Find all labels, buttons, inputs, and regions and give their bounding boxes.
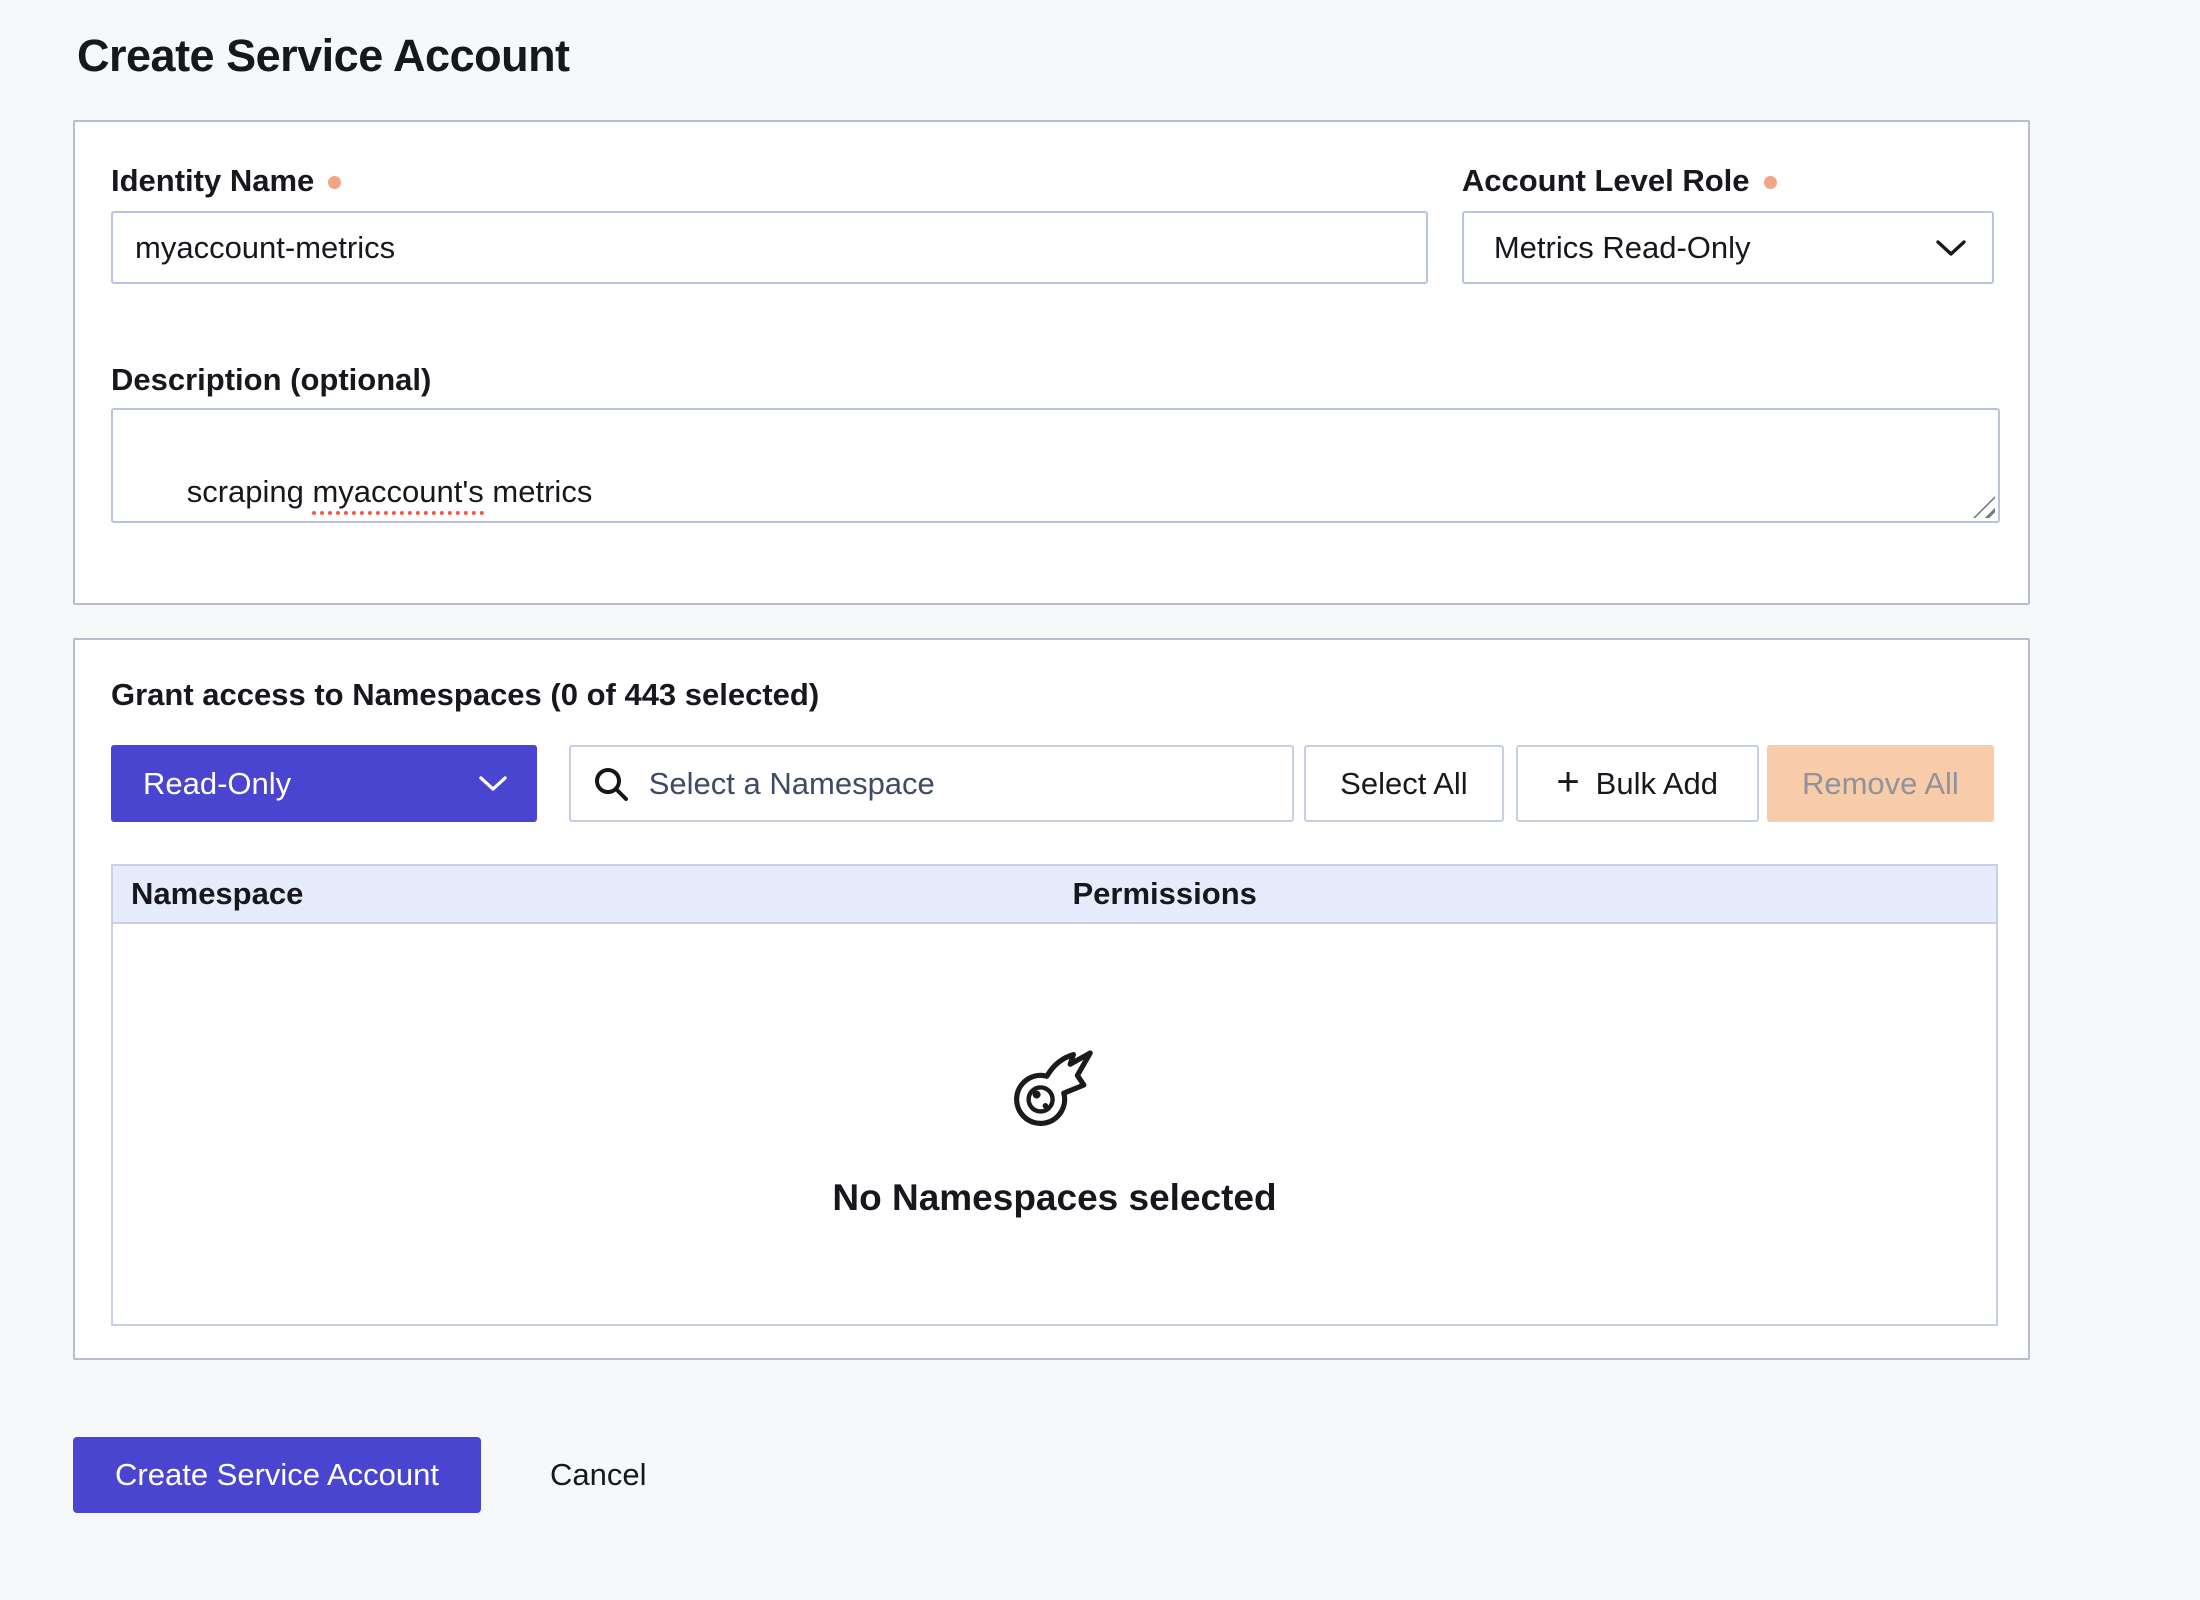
namespaces-table: Namespace Permissions No Namespaces sele… [111, 864, 1998, 1326]
description-text-prefix: scraping [187, 474, 313, 509]
select-all-label: Select All [1340, 766, 1468, 802]
namespace-search [569, 745, 1295, 822]
select-all-button[interactable]: Select All [1304, 745, 1503, 822]
account-level-role-label-text: Account Level Role [1462, 162, 1750, 200]
remove-all-label: Remove All [1802, 766, 1959, 802]
account-level-role-field-group: Account Level Role Metrics Read-Only [1462, 162, 1994, 284]
create-button-label: Create Service Account [115, 1457, 439, 1493]
required-dot-icon [1764, 176, 1777, 189]
identity-panel: Identity Name Account Level Role Metrics… [73, 120, 2030, 605]
description-label-text: Description (optional) [111, 361, 431, 399]
create-service-account-page: Create Service Account Identity Name Acc… [0, 0, 2200, 1600]
namespaces-table-header: Namespace Permissions [113, 866, 1996, 924]
identity-name-label: Identity Name [111, 162, 1428, 200]
column-header-namespace: Namespace [113, 876, 1055, 912]
identity-name-field-group: Identity Name [111, 162, 1428, 284]
description-text-suffix: metrics [484, 474, 593, 509]
description-misspelled-word: myaccount's [312, 474, 483, 515]
required-dot-icon [328, 176, 341, 189]
account-level-role-select[interactable]: Metrics Read-Only [1462, 211, 1994, 284]
description-label: Description (optional) [111, 361, 1994, 399]
search-icon [593, 766, 629, 802]
bulk-add-label: Bulk Add [1596, 766, 1718, 802]
namespace-search-input[interactable] [569, 745, 1295, 822]
identity-name-input[interactable] [111, 211, 1428, 284]
page-title: Create Service Account [77, 30, 2200, 82]
comet-icon [1007, 1037, 1103, 1133]
create-service-account-button[interactable]: Create Service Account [73, 1437, 481, 1513]
chevron-down-icon [1936, 239, 1966, 257]
identity-name-label-text: Identity Name [111, 162, 314, 200]
namespaces-heading: Grant access to Namespaces (0 of 443 sel… [111, 676, 1994, 714]
footer-actions: Create Service Account Cancel [73, 1437, 2200, 1513]
column-header-permissions: Permissions [1055, 876, 1997, 912]
cancel-button-label: Cancel [550, 1457, 647, 1492]
textarea-resize-handle[interactable] [1973, 496, 1995, 518]
permission-dropdown[interactable]: Read-Only [111, 745, 537, 822]
empty-state-text: No Namespaces selected [832, 1177, 1276, 1219]
namespaces-empty-state: No Namespaces selected [113, 924, 1996, 1324]
account-level-role-label: Account Level Role [1462, 162, 1994, 200]
chevron-down-icon [479, 775, 507, 792]
account-level-role-value: Metrics Read-Only [1494, 230, 1751, 266]
remove-all-button-disabled[interactable]: Remove All [1767, 745, 1994, 822]
namespaces-toolbar: Read-Only Select All + Bulk Add [111, 745, 1994, 822]
namespaces-panel: Grant access to Namespaces (0 of 443 sel… [73, 638, 2030, 1360]
description-textarea[interactable]: scraping myaccount's metrics [111, 408, 2000, 523]
bulk-add-button[interactable]: + Bulk Add [1516, 745, 1759, 822]
permission-dropdown-value: Read-Only [143, 766, 291, 802]
plus-icon: + [1556, 762, 1579, 802]
cancel-button[interactable]: Cancel [550, 1457, 647, 1493]
